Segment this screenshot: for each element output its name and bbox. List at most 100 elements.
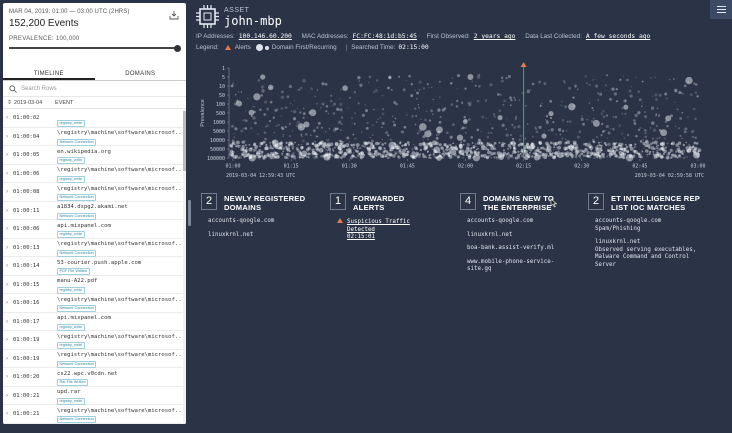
- scatter-point: [505, 155, 508, 158]
- table-row[interactable]: › 01:00:08 Network Connection a1834.dspg2.a…: [3, 183, 186, 210]
- table-row[interactable]: › 01:00:20 Rar File Written upd.rar: [3, 368, 186, 395]
- prevalence-chart[interactable]: Prevalence 1 5 10 50 100 500 1000 5000 10000 50000…: [196, 56, 710, 182]
- scatter-point: [557, 145, 562, 150]
- scatter-point: [329, 142, 334, 146]
- scatter-point: [584, 75, 587, 78]
- tab-domains[interactable]: DOMAINS: [95, 67, 187, 80]
- table-row[interactable]: ›01:00:22registry_write\registry\machine…: [3, 424, 186, 425]
- table-row[interactable]: › 01:00:04 Network Connection en.wikipedia.…: [3, 128, 186, 155]
- scatter-point: [548, 149, 552, 153]
- y-tick-label: 5: [222, 75, 225, 81]
- scatter-point: [676, 147, 681, 152]
- card-list-item: www.mobile-phone-service-site.gq: [467, 258, 555, 273]
- scatter-point: [244, 127, 248, 130]
- scatter-point: [592, 119, 600, 127]
- chevron-right-icon[interactable]: ›: [6, 411, 13, 417]
- scatter-point: [585, 154, 589, 158]
- scatter-point: [643, 115, 648, 119]
- chevron-right-icon[interactable]: ›: [6, 189, 13, 195]
- scatter-point: [469, 101, 472, 104]
- scatter-point: [524, 137, 527, 140]
- table-row[interactable]: › 01:00:05 registry_write \registry\machine…: [3, 146, 186, 173]
- scatter-point: [530, 145, 534, 150]
- chevron-right-icon[interactable]: ›: [6, 282, 13, 288]
- chevron-right-icon[interactable]: ›: [6, 263, 13, 269]
- y-tick-label: 50: [219, 93, 225, 99]
- column-date[interactable]: 2019-03-04: [14, 100, 55, 106]
- alert-link[interactable]: Suspicious Traffic: [347, 219, 410, 225]
- first-observed-value[interactable]: 2 years ago: [474, 33, 516, 40]
- table-row[interactable]: › 01:00:06 registry_write \registry\machine…: [3, 220, 186, 247]
- table-row[interactable]: › 01:00:16 Network Connection api.mixpanel.…: [3, 294, 186, 321]
- slider-knob[interactable]: [174, 44, 181, 52]
- scatter-point: [320, 154, 323, 158]
- tab-timeline[interactable]: TIMELINE: [3, 67, 95, 80]
- table-row[interactable]: › 01:00:11 Network Connection api.mixpanel.…: [3, 202, 186, 229]
- scatter-point: [438, 151, 441, 154]
- scatter-point: [666, 142, 669, 145]
- scatter-point: [486, 150, 491, 155]
- table-row[interactable]: › 01:00:13 Network Connection 53-courier.pu…: [3, 239, 186, 266]
- search-input[interactable]: Search Rows: [21, 86, 57, 92]
- table-row[interactable]: › 01:00:17 registry_write \registry\machine…: [3, 313, 186, 340]
- scatter-point: [538, 125, 542, 129]
- chevron-right-icon[interactable]: ›: [6, 300, 13, 306]
- legend: Legend: Alerts Domain First/Recurring | …: [196, 44, 429, 51]
- scrollbar[interactable]: [183, 109, 186, 424]
- prevalence-slider[interactable]: [9, 44, 181, 52]
- scatter-point: [428, 156, 431, 160]
- alert-triangle-icon: [337, 218, 343, 223]
- download-icon[interactable]: [169, 10, 179, 20]
- chevron-right-icon[interactable]: ›: [6, 171, 13, 177]
- chevron-right-icon[interactable]: ›: [6, 337, 13, 343]
- scatter-point: [314, 152, 318, 156]
- scatter-point: [621, 132, 624, 135]
- scatter-point: [262, 156, 266, 160]
- chevron-right-icon[interactable]: ›: [6, 393, 13, 399]
- scatter-point: [644, 131, 647, 135]
- scatter-point: [371, 140, 373, 143]
- search-rows[interactable]: Search Rows: [3, 81, 186, 97]
- panel-resize-handle[interactable]: [188, 200, 191, 226]
- table-row[interactable]: › 01:00:02 registry_write \registry\machine…: [3, 109, 186, 136]
- scatter-point: [489, 83, 493, 87]
- scatter-point: [610, 128, 612, 130]
- scatter-point: [683, 130, 687, 134]
- event-type-badge: Network Connection: [57, 249, 97, 257]
- scatter-point: [606, 74, 609, 77]
- mac-value[interactable]: FC:FC:48:1d:b5:45: [352, 33, 416, 40]
- chevron-right-icon[interactable]: ›: [6, 356, 13, 362]
- scatter-point: [552, 141, 557, 146]
- scatter-point: [260, 141, 264, 145]
- chevron-right-icon[interactable]: ›: [6, 152, 13, 158]
- scatter-point: [301, 139, 305, 143]
- scatter-point: [242, 127, 244, 130]
- table-row[interactable]: › 01:00:06 registry_write \registry\machine…: [3, 165, 186, 192]
- alert-link-cont[interactable]: Detected: [347, 227, 375, 233]
- alert-time[interactable]: 02:15:01: [347, 234, 375, 240]
- menu-icon[interactable]: [710, 0, 732, 19]
- table-row[interactable]: › 01:00:21 registry_write \registry\machine…: [3, 387, 186, 414]
- table-row[interactable]: › 01:00:14 PDF File Written manu-A22.pdf: [3, 257, 186, 284]
- scatter-point: [593, 117, 595, 120]
- last-collected-value[interactable]: A few seconds ago: [586, 33, 650, 40]
- table-row[interactable]: › 01:00:19 Network Connection cs22.wpc.v0cd…: [3, 350, 186, 377]
- chevron-right-icon[interactable]: ›: [6, 226, 13, 232]
- ip-value[interactable]: 100.146.60.200: [239, 33, 292, 40]
- chevron-right-icon[interactable]: ›: [6, 319, 13, 325]
- scatter-point: [390, 88, 393, 91]
- chevron-right-icon[interactable]: ›: [6, 134, 13, 140]
- scrollbar-thumb[interactable]: [183, 111, 186, 171]
- chevron-right-icon[interactable]: ›: [6, 208, 13, 214]
- table-row[interactable]: › 01:00:15 registry_write \registry\machine…: [3, 276, 186, 303]
- chevron-right-icon[interactable]: ›: [6, 245, 13, 251]
- table-row[interactable]: › 01:00:19 registry_write \registry\machine…: [3, 331, 186, 358]
- scatter-point: [575, 149, 580, 154]
- sort-icon[interactable]: ⇕: [7, 99, 12, 106]
- scatter-point: [658, 136, 661, 139]
- table-row[interactable]: ›01:00:21 Network Connectiongoogleads.g.d…: [3, 405, 186, 424]
- scatter-point: [469, 150, 473, 154]
- chevron-right-icon[interactable]: ›: [6, 115, 13, 121]
- scatter-point: [359, 156, 363, 160]
- chevron-right-icon[interactable]: ›: [6, 374, 13, 380]
